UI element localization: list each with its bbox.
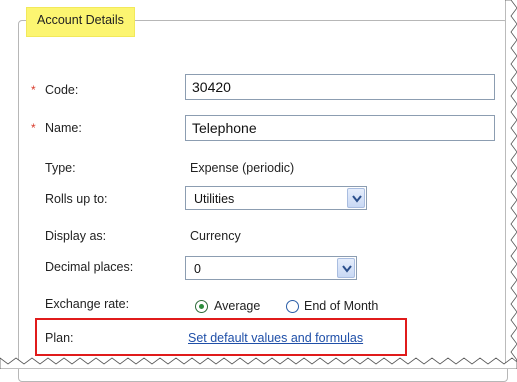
code-input[interactable] bbox=[185, 74, 495, 100]
display-as-label: Display as: bbox=[45, 229, 107, 243]
chevron-down-icon[interactable] bbox=[347, 188, 365, 208]
exchange-rate-average-radio[interactable] bbox=[195, 300, 208, 313]
code-label: Code: bbox=[45, 83, 79, 97]
name-label: Name: bbox=[45, 121, 82, 135]
chevron-down-icon[interactable] bbox=[337, 258, 355, 278]
display-as-value: Currency bbox=[190, 229, 241, 243]
name-input[interactable] bbox=[185, 115, 495, 141]
account-details-panel: Account Details * Code: * Name: Type: Ex… bbox=[0, 0, 508, 382]
required-marker: * bbox=[31, 83, 36, 97]
exchange-rate-end-of-month-label[interactable]: End of Month bbox=[304, 299, 378, 313]
set-default-values-link[interactable]: Set default values and formulas bbox=[188, 331, 363, 345]
exchange-rate-average-label[interactable]: Average bbox=[214, 299, 260, 313]
exchange-rate-label: Exchange rate: bbox=[45, 297, 130, 311]
type-label: Type: bbox=[45, 161, 76, 175]
decimal-places-select[interactable]: 0 bbox=[185, 256, 357, 280]
required-marker: * bbox=[31, 121, 36, 135]
rolls-up-to-select[interactable]: Utilities bbox=[185, 186, 367, 210]
decimal-places-label: Decimal places: bbox=[45, 260, 134, 274]
type-value: Expense (periodic) bbox=[190, 161, 295, 175]
plan-label: Plan: bbox=[45, 331, 74, 345]
section-legend: Account Details bbox=[26, 7, 135, 37]
decimal-places-value: 0 bbox=[194, 262, 201, 276]
torn-edge-right bbox=[505, 0, 517, 369]
torn-edge-bottom bbox=[0, 357, 517, 369]
rolls-up-to-value: Utilities bbox=[194, 192, 235, 206]
exchange-rate-end-of-month-radio[interactable] bbox=[286, 300, 299, 313]
rolls-up-to-label: Rolls up to: bbox=[45, 192, 108, 206]
